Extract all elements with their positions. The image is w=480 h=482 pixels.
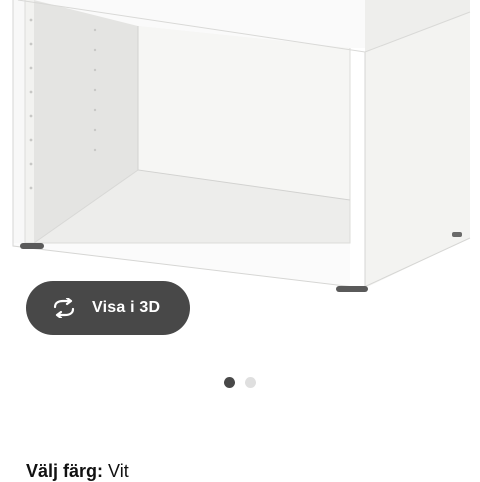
product-image[interactable] bbox=[0, 0, 480, 300]
carousel-dot-1[interactable] bbox=[224, 377, 235, 388]
color-label: Välj färg: bbox=[26, 461, 104, 481]
view-in-3d-label: Visa i 3D bbox=[92, 299, 161, 316]
color-selector[interactable]: Välj färg: Vit bbox=[26, 461, 129, 482]
color-value: Vit bbox=[108, 461, 129, 481]
view-in-3d-button[interactable]: Visa i 3D bbox=[26, 281, 190, 335]
carousel-dot-2[interactable] bbox=[245, 377, 256, 388]
rotate-3d-icon bbox=[50, 297, 78, 319]
carousel-indicator bbox=[224, 377, 256, 388]
shelf-unit-illustration bbox=[12, 0, 471, 292]
